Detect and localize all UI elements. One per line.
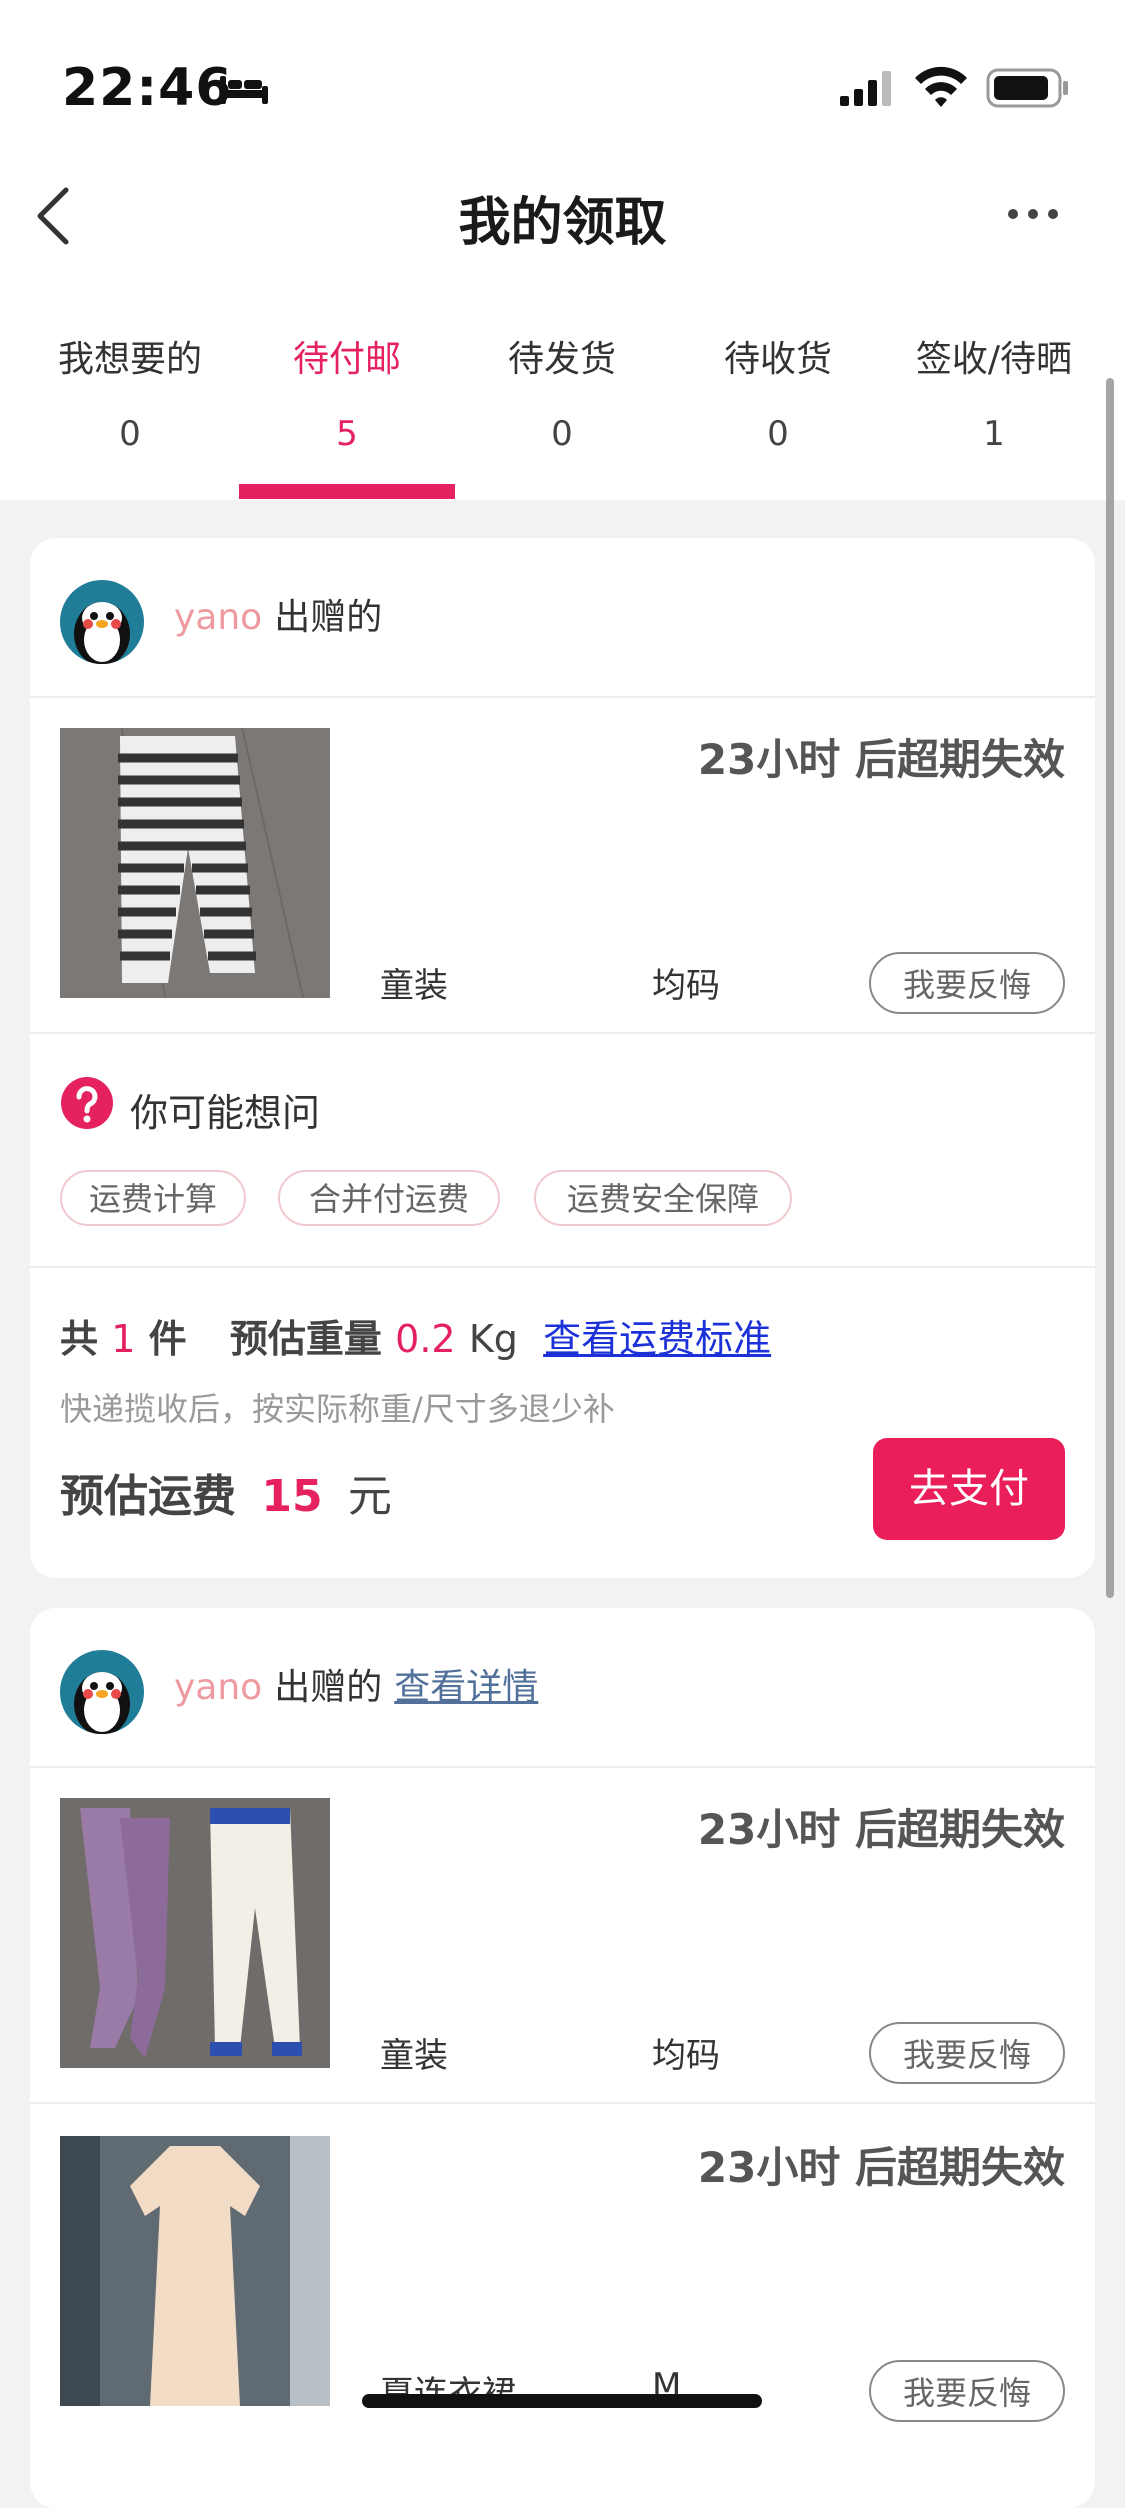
status-time: 22:46 [62,58,233,118]
item-category: 童装 [380,2036,448,2076]
item-category: 童装 [380,966,448,1006]
page-title: 我的领取 [458,193,667,253]
more-options-icon[interactable] [1006,206,1060,222]
total-prefix: 共 [60,1317,99,1361]
scrollbar[interactable] [1106,378,1114,1598]
view-details-link[interactable]: 查看详情 [394,1667,538,1708]
giver-name[interactable]: yano [174,1667,262,1708]
fee-label: 预估运费 [60,1471,236,1522]
tab-pending-postage[interactable]: 待付邮 5 [239,330,455,454]
estimated-fee-line: 预估运费 15 元 [60,1460,392,1524]
divider [30,2102,1095,2104]
sleep-focus-icon [220,76,268,104]
striped-leggings-image [60,728,330,998]
divider [30,696,1095,698]
giver-suffix: 出赠的 [274,597,383,638]
tab-pending-shipment[interactable]: 待发货 0 [454,330,670,454]
divider [30,1266,1095,1268]
giver-avatar[interactable] [60,580,144,664]
active-tab-indicator [239,484,455,499]
item-count: 1 [111,1317,136,1361]
home-indicator[interactable] [362,2394,762,2408]
penguin-avatar-icon [74,602,130,664]
shipping-standard-link[interactable]: 查看运费标准 [543,1317,771,1361]
weight-unit: Kg [468,1317,518,1361]
fee-amount: 15 [261,1471,323,1522]
expiry-countdown: 23小时 后超期失效 [697,2143,1065,2192]
tab-count: 0 [551,414,573,454]
tab-label: 待收货 [723,339,832,380]
item-size: 均码 [652,2036,720,2076]
cellular-signal-icon [840,71,891,106]
tab-received-review[interactable]: 签收/待晒 1 [886,330,1102,454]
penguin-avatar-icon [74,1672,130,1734]
item-photo[interactable] [60,728,330,998]
order-card: yano 出赠的 23小时 后超期失效 童装 均码 我要反悔 你可能想问 运费计… [30,538,1095,1578]
fee-unit: 元 [347,1471,392,1522]
estimated-weight: 0.2 [395,1317,456,1361]
expiry-countdown: 23小时 后超期失效 [697,1805,1065,1854]
tab-label: 签收/待晒 [915,339,1073,380]
giver-avatar[interactable] [60,1650,144,1734]
tab-pending-receipt[interactable]: 待收货 0 [670,330,886,454]
tab-count: 0 [767,414,789,454]
pay-button[interactable]: 去支付 [873,1438,1065,1540]
tights-image [60,1798,330,2068]
tab-label: 待付邮 [292,339,401,380]
item-photo[interactable] [60,1798,330,2068]
dress-image [60,2136,330,2406]
tab-label: 待发货 [507,339,616,380]
shipping-hint: 快递揽收后，按实际称重/尺寸多退少补 [60,1390,615,1428]
wifi-icon [915,66,967,107]
order-summary-line: 共 1 件 预估重量 0.2 Kg 查看运费标准 [60,1308,771,1363]
item-size: 均码 [652,966,720,1006]
faq-title: 你可能想问 [130,1091,321,1135]
regret-button[interactable]: 我要反悔 [869,952,1065,1014]
giver-suffix: 出赠的 [274,1667,383,1708]
faq-chip-shipping-safety[interactable]: 运费安全保障 [534,1170,792,1226]
giver-line: yano 出赠的 查看详情 [174,1658,538,1710]
giver-name[interactable]: yano [174,597,262,638]
item-photo[interactable] [60,2136,330,2406]
weight-label: 预估重量 [229,1317,382,1361]
faq-chip-merge-shipping[interactable]: 合并付运费 [278,1170,500,1226]
divider [30,1032,1095,1034]
tab-count: 1 [983,414,1005,454]
regret-button[interactable]: 我要反悔 [869,2360,1065,2422]
faq-chip-shipping-calc[interactable]: 运费计算 [60,1170,246,1226]
question-icon [61,1077,113,1129]
regret-button[interactable]: 我要反悔 [869,2022,1065,2084]
tab-wanted[interactable]: 我想要的 0 [22,330,238,454]
battery-icon [986,68,1068,108]
giver-line: yano 出赠的 [174,588,382,640]
tab-count: 5 [336,414,358,454]
expiry-countdown: 23小时 后超期失效 [697,735,1065,784]
divider [30,1766,1095,1768]
tab-label: 我想要的 [57,339,202,380]
status-tabs: 我想要的 0 待付邮 5 待发货 0 待收货 0 签收/待晒 1 [0,330,1125,500]
order-card: yano 出赠的 查看详情 23小时 后超期失效 童装 均码 我要反悔 23小时 后… [30,1608,1095,2508]
tab-count: 0 [119,414,141,454]
item-unit: 件 [148,1317,187,1361]
